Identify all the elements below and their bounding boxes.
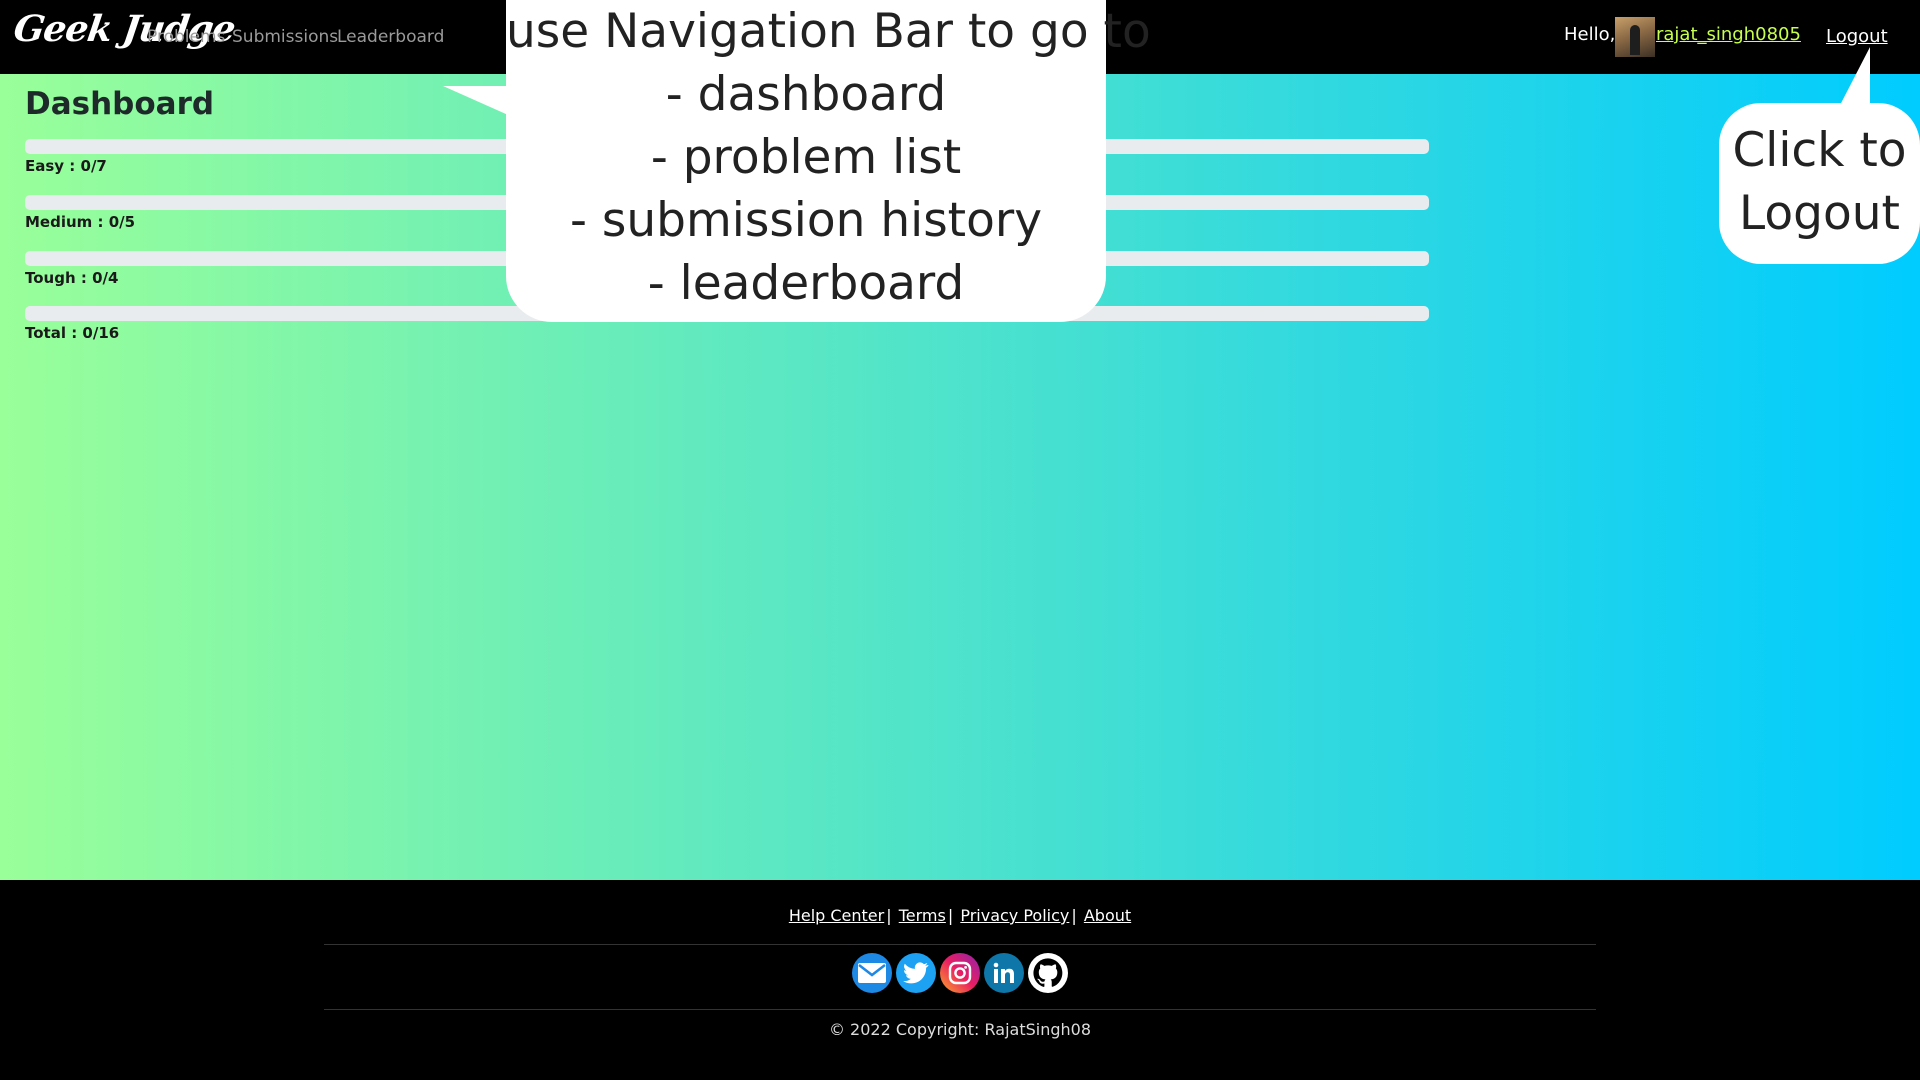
- copyright-text: © 2022 Copyright: RajatSingh08: [828, 1020, 1092, 1039]
- footer: Help Center | Terms | Privacy Policy | Abou…: [0, 880, 1920, 1080]
- footer-separator: |: [947, 906, 954, 925]
- logout-callout: Click to Logout: [1719, 103, 1920, 264]
- nav-callout: use Navigation Bar to go to - dashboard …: [506, 0, 1151, 322]
- logout-callout-line: Click to: [1732, 123, 1907, 178]
- nav-callout-line: - submission history: [569, 193, 1043, 248]
- nav-callout-line: - dashboard: [665, 67, 947, 122]
- nav-callout-line: - leaderboard: [647, 256, 965, 311]
- nav-callout-line: use Navigation Bar to go to: [506, 4, 1151, 59]
- twitter-icon[interactable]: [896, 953, 936, 993]
- avatar[interactable]: [1615, 17, 1655, 57]
- nav-link-submissions[interactable]: Submissions: [232, 27, 338, 47]
- logout-callout-line: Logout: [1739, 186, 1900, 241]
- username-link[interactable]: rajat_singh0805: [1656, 24, 1801, 45]
- footer-link-about[interactable]: About: [1084, 906, 1131, 925]
- page-title: Dashboard: [25, 86, 215, 122]
- nav-callout-line: - problem list: [650, 130, 962, 185]
- nav-link-leaderboard[interactable]: Leaderboard: [337, 27, 444, 47]
- footer-link-help-center[interactable]: Help Center: [789, 906, 884, 925]
- footer-links: Help Center | Terms | Privacy Policy | Abou…: [0, 906, 1920, 925]
- github-icon[interactable]: [1028, 953, 1068, 993]
- mail-icon[interactable]: [852, 953, 892, 993]
- greeting-text: Hello,: [1564, 24, 1616, 45]
- progress-label-easy: Easy : 0/7: [25, 157, 107, 175]
- nav-link-problems[interactable]: Problems: [147, 27, 225, 47]
- linkedin-icon[interactable]: [984, 953, 1024, 993]
- progress-label-tough: Tough : 0/4: [25, 269, 119, 287]
- instagram-icon[interactable]: [940, 953, 980, 993]
- progress-label-total: Total : 0/16: [25, 324, 120, 342]
- social-icons: [0, 953, 1920, 993]
- footer-separator: |: [1071, 906, 1077, 925]
- footer-divider: [324, 944, 1596, 945]
- footer-divider: [324, 1009, 1596, 1010]
- footer-link-privacy-policy[interactable]: Privacy Policy: [960, 906, 1069, 925]
- footer-separator: |: [886, 906, 892, 925]
- logout-callout-tail: [1838, 47, 1870, 109]
- footer-link-terms[interactable]: Terms: [899, 906, 946, 925]
- logout-button[interactable]: Logout: [1826, 26, 1888, 47]
- progress-label-medium: Medium : 0/5: [25, 213, 136, 231]
